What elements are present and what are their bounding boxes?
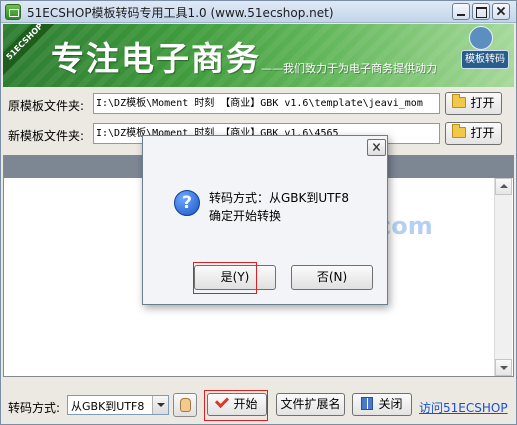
- banner-tagline: ——我们致力于为电子商务提供动力: [261, 62, 437, 75]
- minimize-button[interactable]: [452, 3, 470, 20]
- window-title: 51ECSHOP模板转码专用工具1.0 (www.51ecshop.net): [27, 6, 334, 20]
- scroll-up-icon[interactable]: [495, 178, 512, 195]
- chevron-down-icon[interactable]: [152, 396, 168, 414]
- visit-51ecshop-link[interactable]: 访问51ECSHOP: [419, 399, 508, 416]
- check-icon: [215, 393, 230, 409]
- close-icon: [496, 6, 506, 16]
- close-label: 关闭: [378, 397, 403, 411]
- close-window-button[interactable]: [492, 3, 510, 20]
- source-folder-label: 原模板文件夹:: [8, 99, 85, 113]
- confirm-dialog: ? 转码方式：从GBK到UTF8 确定开始转换 是(Y) 否(N): [142, 135, 388, 305]
- folder-icon: [452, 124, 467, 138]
- app-icon: [5, 4, 21, 20]
- title-bar[interactable]: 51ECSHOP模板转码专用工具1.0 (www.51ecshop.net): [1, 1, 516, 23]
- open-target-button[interactable]: 打开: [445, 122, 502, 145]
- open-source-label: 打开: [470, 96, 495, 110]
- mode-select-value: 从GBK到UTF8: [71, 400, 145, 413]
- hand-icon: [180, 398, 191, 412]
- folder-icon: [452, 94, 467, 108]
- person-icon: [469, 26, 493, 50]
- close-button[interactable]: 关闭: [352, 393, 412, 416]
- dialog-message-confirm: 确定开始转换: [209, 209, 282, 223]
- book-icon: [361, 397, 374, 410]
- source-folder-input[interactable]: I:\DZ模板\Moment 时刻 【商业】GBK v1.6\template\…: [93, 93, 440, 114]
- no-button[interactable]: 否(N): [291, 265, 373, 290]
- open-source-button[interactable]: 打开: [445, 92, 502, 115]
- dialog-close-button[interactable]: [367, 139, 386, 156]
- banner: 51ECSHOP 专注电子商务 ——我们致力于为电子商务提供动力 模板转码: [3, 24, 514, 87]
- yes-button[interactable]: 是(Y): [194, 265, 276, 290]
- close-icon: [372, 143, 381, 152]
- maximize-button[interactable]: [472, 3, 490, 20]
- scroll-down-icon[interactable]: [495, 359, 512, 376]
- start-button[interactable]: 开始: [207, 393, 267, 416]
- question-icon: ?: [174, 190, 200, 216]
- banner-slogan: 专注电子商务: [51, 39, 261, 78]
- mode-label: 转码方式:: [8, 401, 61, 415]
- vertical-scrollbar[interactable]: [494, 178, 512, 376]
- file-extension-button[interactable]: 文件扩展名: [276, 393, 345, 416]
- target-folder-label: 新模板文件夹:: [8, 129, 85, 143]
- start-label: 开始: [233, 397, 258, 411]
- hand-tool-button[interactable]: [173, 393, 197, 417]
- mode-select[interactable]: 从GBK到UTF8: [67, 395, 169, 415]
- dialog-message-mode: 转码方式：从GBK到UTF8: [209, 191, 350, 205]
- banner-badge: 模板转码: [461, 50, 509, 69]
- app-window: 51ECSHOP模板转码专用工具1.0 (www.51ecshop.net) 5…: [0, 0, 517, 425]
- open-target-label: 打开: [470, 126, 495, 140]
